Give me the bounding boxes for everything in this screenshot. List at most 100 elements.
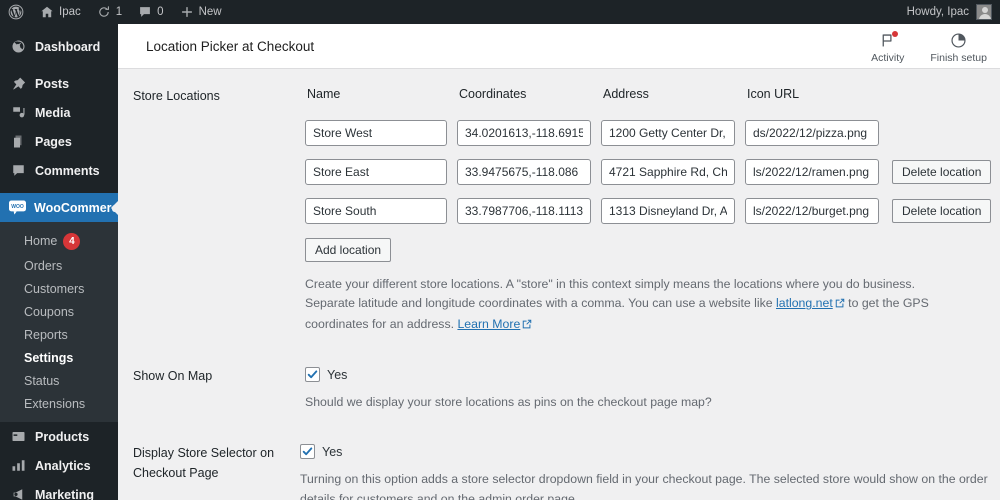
svg-text:WOO: WOO: [11, 204, 24, 210]
store-coordinates-input[interactable]: [457, 198, 591, 224]
add-location-wrap: Add location: [305, 238, 1000, 262]
store-selector-checkbox-label: Yes: [322, 444, 343, 459]
column-header-address: Address: [603, 87, 649, 101]
store-name-input[interactable]: [305, 159, 447, 185]
update-icon: [97, 5, 111, 19]
sidebar-item-label: Products: [35, 429, 90, 444]
delete-location-button[interactable]: Delete location: [892, 199, 992, 223]
activity-button[interactable]: Activity: [858, 30, 917, 69]
finish-setup-button[interactable]: Finish setup: [917, 32, 1000, 69]
updates-count: 1: [115, 6, 123, 18]
submenu-item-orders[interactable]: Orders: [0, 254, 118, 277]
activity-flag-icon: [879, 30, 899, 50]
show-on-map-checkbox-row[interactable]: Yes: [305, 367, 1000, 383]
dashboard-icon: [9, 39, 27, 54]
comments-count: 0: [157, 6, 164, 18]
home-badge-count: 4: [63, 232, 81, 250]
store-locations-table-header: Name Coordinates Address Icon URL: [305, 87, 1000, 107]
delete-location-button[interactable]: Delete location: [892, 160, 992, 184]
table-row: [305, 120, 1000, 146]
submenu-item-label: Reports: [24, 327, 68, 342]
submenu-item-reports[interactable]: Reports: [0, 323, 118, 346]
show-on-map-help: Should we display your store locations a…: [305, 395, 712, 410]
comments-button[interactable]: 0: [130, 0, 171, 24]
column-header-icon-url: Icon URL: [747, 87, 800, 101]
store-address-input[interactable]: [601, 120, 735, 146]
latlong-link[interactable]: latlong.net: [776, 296, 833, 310]
site-name-button[interactable]: Ipac: [32, 0, 89, 24]
submenu-item-settings[interactable]: Settings: [0, 346, 118, 369]
new-content-button[interactable]: New: [172, 0, 230, 24]
plus-icon: [180, 5, 194, 19]
store-coordinates-input[interactable]: [457, 120, 591, 146]
store-selector-checkbox-row[interactable]: Yes: [300, 444, 1000, 460]
comment-icon: [9, 163, 27, 178]
store-icon-url-input[interactable]: [745, 159, 879, 185]
store-icon-url-input[interactable]: [745, 198, 879, 224]
show-on-map-checkbox-label: Yes: [327, 367, 348, 382]
store-locations-label: Store Locations: [133, 89, 220, 103]
finish-setup-label: Finish setup: [930, 51, 987, 64]
table-row: Delete location: [305, 159, 1000, 185]
home-icon: [40, 5, 54, 19]
column-header-coordinates: Coordinates: [459, 87, 527, 101]
admin-sidebar: Dashboard Posts Media Pages Comments WOO…: [0, 24, 118, 500]
sidebar-item-label: Posts: [35, 76, 70, 91]
sidebar-item-pages[interactable]: Pages: [0, 127, 118, 156]
store-address-input[interactable]: [601, 159, 735, 185]
pin-icon: [9, 76, 27, 91]
analytics-icon: [9, 458, 27, 473]
add-location-button[interactable]: Add location: [305, 238, 392, 262]
external-link-icon: [835, 295, 845, 314]
submenu-item-extensions[interactable]: Extensions: [0, 392, 118, 415]
activity-label: Activity: [871, 51, 905, 64]
sidebar-item-label: Pages: [35, 134, 72, 149]
sidebar-item-label: Analytics: [35, 458, 91, 473]
sidebar-item-dashboard[interactable]: Dashboard: [0, 32, 118, 61]
megaphone-icon: [9, 487, 27, 500]
submenu-item-label: Coupons: [24, 304, 75, 319]
page-title: Location Picker at Checkout: [146, 38, 315, 54]
activity-notification-dot: [892, 30, 899, 37]
sidebar-item-marketing[interactable]: Marketing: [0, 480, 118, 500]
sidebar-item-label: Comments: [35, 163, 100, 178]
sidebar-item-woocommerce[interactable]: WOO WooCommerce: [0, 193, 118, 222]
store-locations-section: Store Locations Name Coordinates Address…: [118, 69, 1000, 335]
store-selector-checkbox[interactable]: [300, 444, 315, 460]
submenu-item-coupons[interactable]: Coupons: [0, 300, 118, 323]
comment-bubble-icon: [138, 5, 152, 19]
avatar[interactable]: [976, 4, 992, 20]
submenu-item-label: Home: [24, 234, 58, 248]
table-row: Delete location: [305, 198, 1000, 224]
submenu-item-label: Extensions: [24, 396, 86, 411]
sidebar-item-analytics[interactable]: Analytics: [0, 451, 118, 480]
header-actions: Activity Finish setup: [858, 24, 1000, 69]
updates-button[interactable]: 1: [89, 0, 130, 24]
sidebar-item-posts[interactable]: Posts: [0, 69, 118, 98]
submenu-item-customers[interactable]: Customers: [0, 277, 118, 300]
products-icon: [9, 429, 27, 444]
sidebar-item-comments[interactable]: Comments: [0, 156, 118, 185]
submenu-item-status[interactable]: Status: [0, 369, 118, 392]
learn-more-link[interactable]: Learn More: [457, 317, 520, 331]
store-selector-section: Display Store Selector on Checkout Page …: [118, 426, 1000, 500]
wp-logo-button[interactable]: [0, 0, 32, 24]
admin-bar: Ipac 1 0 New Howdy, Ipac: [0, 0, 1000, 24]
store-name-input[interactable]: [305, 120, 447, 146]
store-coordinates-input[interactable]: [457, 159, 591, 185]
show-on-map-section: Show On Map Yes Should we display your s…: [118, 349, 1000, 413]
store-locations-description: Create your different store locations. A…: [305, 275, 953, 335]
sidebar-item-label: Marketing: [35, 487, 95, 500]
submenu-item-home[interactable]: Home 4: [0, 228, 118, 254]
show-on-map-checkbox[interactable]: [305, 367, 320, 383]
finish-setup-progress-icon: [950, 32, 967, 50]
store-icon-url-input[interactable]: [745, 120, 879, 146]
sidebar-item-products[interactable]: Products: [0, 422, 118, 451]
submenu-item-label: Settings: [24, 350, 74, 365]
sidebar-item-media[interactable]: Media: [0, 98, 118, 127]
store-address-input[interactable]: [601, 198, 735, 224]
store-name-input[interactable]: [305, 198, 447, 224]
column-header-actions: [892, 87, 992, 101]
media-icon: [9, 105, 27, 120]
howdy-label[interactable]: Howdy, Ipac: [899, 0, 969, 24]
